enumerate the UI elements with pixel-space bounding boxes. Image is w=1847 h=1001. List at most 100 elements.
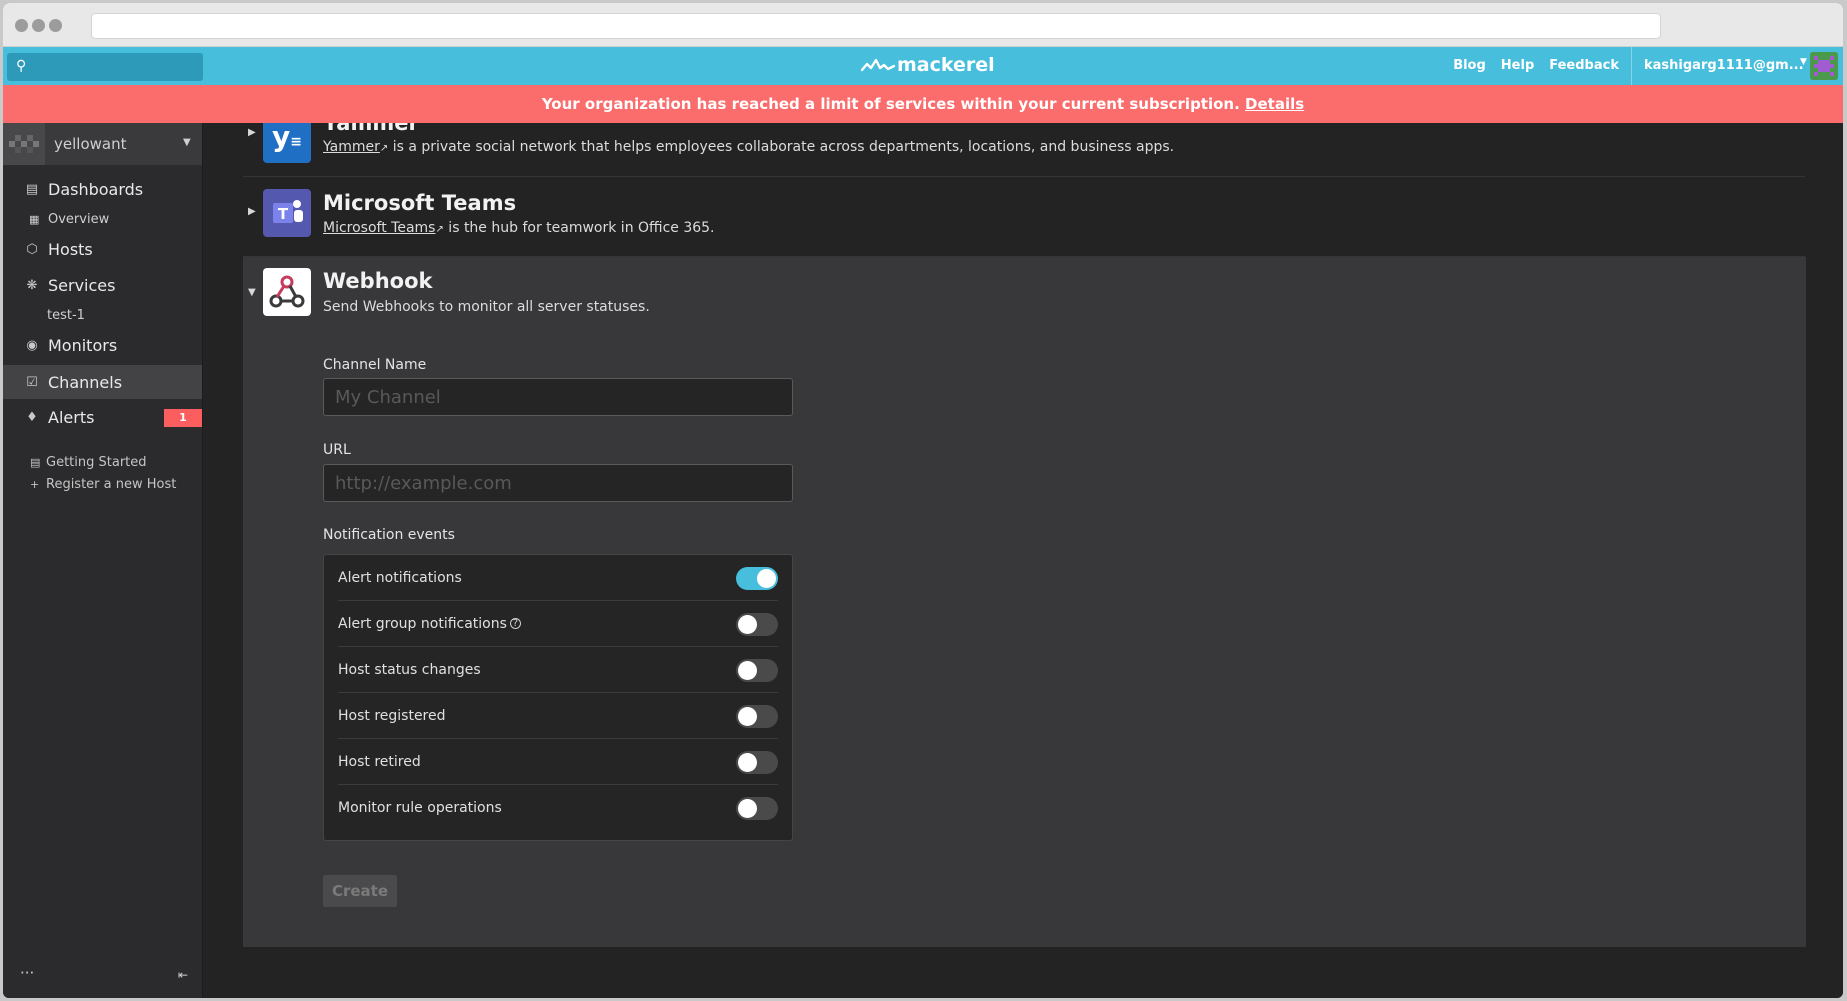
yammer-desc: is a private social network that helps e…	[388, 139, 1175, 155]
url-input[interactable]	[323, 464, 793, 502]
register-host-label: Register a new Host	[46, 476, 177, 492]
grid-icon: ▦	[29, 212, 40, 226]
notification-events-list: Alert notifications Alert group notifica…	[323, 554, 793, 841]
external-link-icon: ↗	[379, 143, 389, 154]
sidebar-item-label: Hosts	[48, 239, 93, 259]
window-minimize-dot[interactable]	[32, 19, 45, 32]
browser-chrome	[3, 3, 1843, 47]
sidebar: yellowant ▼ ▤ Dashboards ▦ Overview ⬡ Ho…	[3, 123, 203, 998]
event-label: Alert group notifications	[338, 615, 507, 632]
getting-started-link[interactable]: ▤ Getting Started	[3, 451, 202, 473]
address-bar[interactable]	[91, 13, 1661, 39]
user-email[interactable]: kashigarg1111@gm...	[1644, 58, 1804, 73]
toggle-knob	[738, 707, 757, 726]
window-close-dot[interactable]	[15, 19, 28, 32]
search-icon: ⚲	[16, 58, 27, 74]
subscription-limit-banner: Your organization has reached a limit of…	[3, 85, 1843, 123]
channel-title: Yammer	[323, 123, 419, 135]
channel-description: Microsoft Teams↗ is the hub for teamwork…	[323, 220, 715, 236]
svg-text:T: T	[278, 205, 289, 223]
avatar[interactable]	[1810, 52, 1838, 80]
logo-text: mackerel	[897, 54, 995, 76]
yammer-link[interactable]: Yammer	[323, 139, 380, 155]
browser-window: ⚲ mackerel Blog Help Feedback kashigarg1…	[3, 3, 1843, 998]
more-icon[interactable]: ···	[20, 964, 34, 982]
banner-details-link[interactable]: Details	[1245, 95, 1304, 113]
dashboard-icon: ▤	[25, 181, 39, 197]
channels-main: ▶ y≡ Yammer Yammer↗ is a private social …	[203, 123, 1843, 998]
channel-description: Send Webhooks to monitor all server stat…	[323, 299, 650, 315]
sidebar-item-label: Overview	[48, 211, 110, 227]
search-box[interactable]: ⚲	[7, 53, 203, 81]
collapse-arrow-icon[interactable]: ▼	[248, 287, 256, 298]
sidebar-item-label: Alerts	[48, 407, 95, 427]
host-status-changes-toggle[interactable]	[736, 659, 778, 682]
alerts-count-badge: 1	[164, 409, 202, 427]
sidebar-item-monitors[interactable]: ◉ Monitors	[3, 329, 202, 361]
yammer-icon: y≡	[263, 123, 311, 163]
create-button[interactable]: Create	[323, 875, 397, 907]
sidebar-item-test-1[interactable]: test-1	[3, 301, 202, 329]
blog-link[interactable]: Blog	[1453, 58, 1486, 73]
alert-notifications-toggle[interactable]	[736, 567, 778, 590]
event-alert-notifications: Alert notifications	[338, 555, 778, 601]
sidebar-footer: ··· ⇤	[3, 964, 202, 988]
caret-down-icon: ▼	[183, 137, 191, 148]
event-host-status-changes: Host status changes	[338, 647, 778, 693]
mackerel-logo[interactable]: mackerel	[861, 54, 995, 76]
channel-title: Webhook	[323, 269, 433, 293]
event-label: Host status changes	[338, 661, 481, 678]
external-link-icon: ↗	[435, 224, 444, 235]
channel-row-microsoft-teams[interactable]: ▶ T Microsoft Teams Microsoft Teams↗ is …	[243, 179, 1805, 257]
host-retired-toggle[interactable]	[736, 751, 778, 774]
expand-arrow-icon[interactable]: ▶	[248, 206, 256, 217]
sidebar-item-label: Channels	[48, 372, 123, 392]
channel-name-input[interactable]	[323, 378, 793, 416]
document-icon: ▤	[30, 455, 41, 469]
feedback-link[interactable]: Feedback	[1549, 58, 1619, 73]
sidebar-item-label: Services	[48, 275, 116, 295]
monitor-rule-operations-toggle[interactable]	[736, 797, 778, 820]
sidebar-item-dashboards[interactable]: ▤ Dashboards	[3, 173, 202, 205]
toggle-knob	[738, 615, 757, 634]
sidebar-item-hosts[interactable]: ⬡ Hosts	[3, 233, 202, 265]
event-label: Host registered	[338, 707, 446, 724]
channel-name-label: Channel Name	[323, 357, 427, 373]
plus-icon: +	[30, 477, 40, 491]
event-alert-group-notifications: Alert group notifications ?	[338, 601, 778, 647]
channel-row-yammer[interactable]: ▶ y≡ Yammer Yammer↗ is a private social …	[243, 123, 1805, 177]
notification-events-label: Notification events	[323, 527, 455, 543]
bell-icon: ♦	[26, 409, 38, 425]
org-icon	[3, 123, 45, 165]
url-label: URL	[323, 442, 351, 458]
sidebar-item-alerts[interactable]: ♦ Alerts 1	[3, 401, 202, 433]
microsoft-teams-icon: T	[263, 189, 311, 237]
sidebar-item-label: test-1	[47, 307, 85, 323]
sidebar-item-services[interactable]: ❋ Services	[3, 269, 202, 301]
sidebar-item-label: Dashboards	[48, 179, 144, 199]
toggle-knob	[738, 753, 757, 772]
alert-group-notifications-toggle[interactable]	[736, 613, 778, 636]
event-label: Host retired	[338, 753, 421, 770]
register-host-link[interactable]: + Register a new Host	[3, 473, 202, 495]
cube-icon: ⬡	[26, 241, 38, 257]
collapse-sidebar-icon[interactable]: ⇤	[178, 968, 188, 982]
channel-icon: ☑	[26, 374, 38, 390]
event-host-registered: Host registered	[338, 693, 778, 739]
host-registered-toggle[interactable]	[736, 705, 778, 728]
logo-wave-icon	[861, 58, 895, 72]
event-monitor-rule-operations: Monitor rule operations	[338, 785, 778, 831]
window-maximize-dot[interactable]	[49, 19, 62, 32]
microsoft-teams-link[interactable]: Microsoft Teams	[323, 220, 435, 236]
user-menu[interactable]: kashigarg1111@gm... ▼	[1631, 47, 1843, 85]
teams-desc: is the hub for teamwork in Office 365.	[443, 220, 715, 236]
caret-down-icon[interactable]: ▼	[1800, 57, 1807, 67]
channel-description: Yammer↗ is a private social network that…	[323, 139, 1174, 155]
sidebar-item-overview[interactable]: ▦ Overview	[3, 205, 202, 233]
expand-arrow-icon[interactable]: ▶	[248, 127, 256, 138]
event-label: Monitor rule operations	[338, 800, 502, 816]
sidebar-item-channels[interactable]: ☑ Channels	[3, 365, 202, 399]
org-selector[interactable]: yellowant ▼	[3, 123, 202, 165]
help-icon[interactable]: ?	[509, 618, 521, 629]
help-link[interactable]: Help	[1501, 58, 1534, 73]
